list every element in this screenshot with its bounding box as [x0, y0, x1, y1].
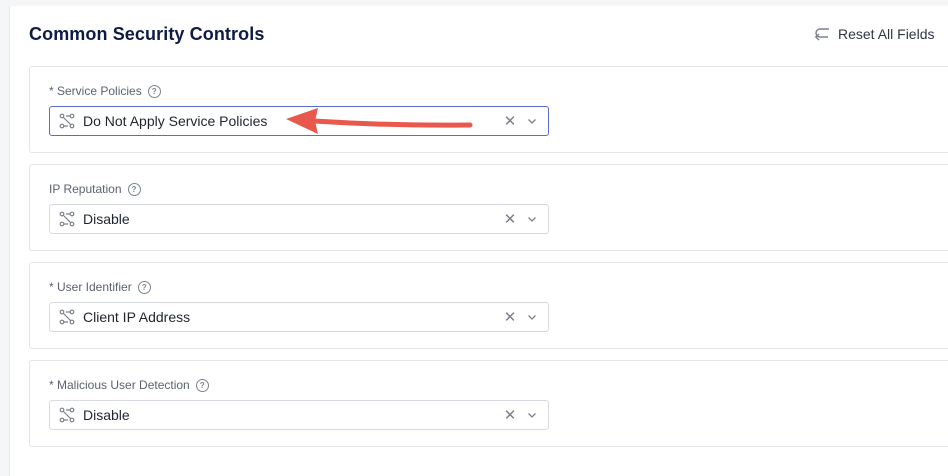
- service-policies-card: * Service Policies ? Do Not Apply Servic…: [29, 66, 948, 153]
- malicious-user-detection-select[interactable]: Disable ✕: [49, 400, 549, 430]
- question-circle-icon[interactable]: ?: [195, 378, 209, 392]
- node-graph-icon: [59, 113, 75, 129]
- selected-value: Client IP Address: [83, 309, 191, 325]
- undo-arrow-icon: [814, 28, 829, 41]
- annotation-arrow-icon: [286, 108, 473, 134]
- question-circle-icon[interactable]: ?: [137, 280, 151, 294]
- question-circle-icon[interactable]: ?: [127, 182, 141, 196]
- node-graph-icon: [59, 309, 75, 325]
- field-label: * Service Policies: [49, 84, 142, 98]
- user-identifier-select[interactable]: Client IP Address ✕: [49, 302, 549, 332]
- malicious-user-detection-label-row: * Malicious User Detection ?: [49, 378, 209, 392]
- section-title: Common Security Controls: [29, 24, 265, 44]
- ip-reputation-label-row: IP Reputation ?: [49, 182, 141, 196]
- chevron-down-icon[interactable]: [527, 116, 537, 126]
- close-icon[interactable]: ✕: [503, 210, 517, 228]
- question-circle-icon[interactable]: ?: [147, 84, 161, 98]
- chevron-down-icon[interactable]: [527, 410, 537, 420]
- node-graph-icon: [59, 211, 75, 227]
- node-graph-icon: [59, 407, 75, 423]
- chevron-down-icon[interactable]: [527, 312, 537, 322]
- service-policies-label-row: * Service Policies ?: [49, 84, 161, 98]
- field-label: * User Identifier: [49, 280, 132, 294]
- close-icon[interactable]: ✕: [503, 308, 517, 326]
- ip-reputation-card: IP Reputation ? Disable ✕: [29, 164, 948, 251]
- selected-value: Disable: [83, 211, 130, 227]
- user-identifier-card: * User Identifier ? Client IP Address ✕: [29, 262, 948, 349]
- reset-all-fields-button[interactable]: Reset All Fields: [814, 26, 934, 42]
- selected-value: Disable: [83, 407, 130, 423]
- close-icon[interactable]: ✕: [503, 406, 517, 424]
- malicious-user-detection-card: * Malicious User Detection ? Disable ✕: [29, 360, 948, 447]
- close-icon[interactable]: ✕: [503, 112, 517, 130]
- reset-all-fields-label: Reset All Fields: [838, 26, 935, 42]
- chevron-down-icon[interactable]: [527, 214, 537, 224]
- user-identifier-label-row: * User Identifier ?: [49, 280, 151, 294]
- ip-reputation-select[interactable]: Disable ✕: [49, 204, 549, 234]
- field-label: * Malicious User Detection: [49, 378, 190, 392]
- field-label: IP Reputation: [49, 182, 122, 196]
